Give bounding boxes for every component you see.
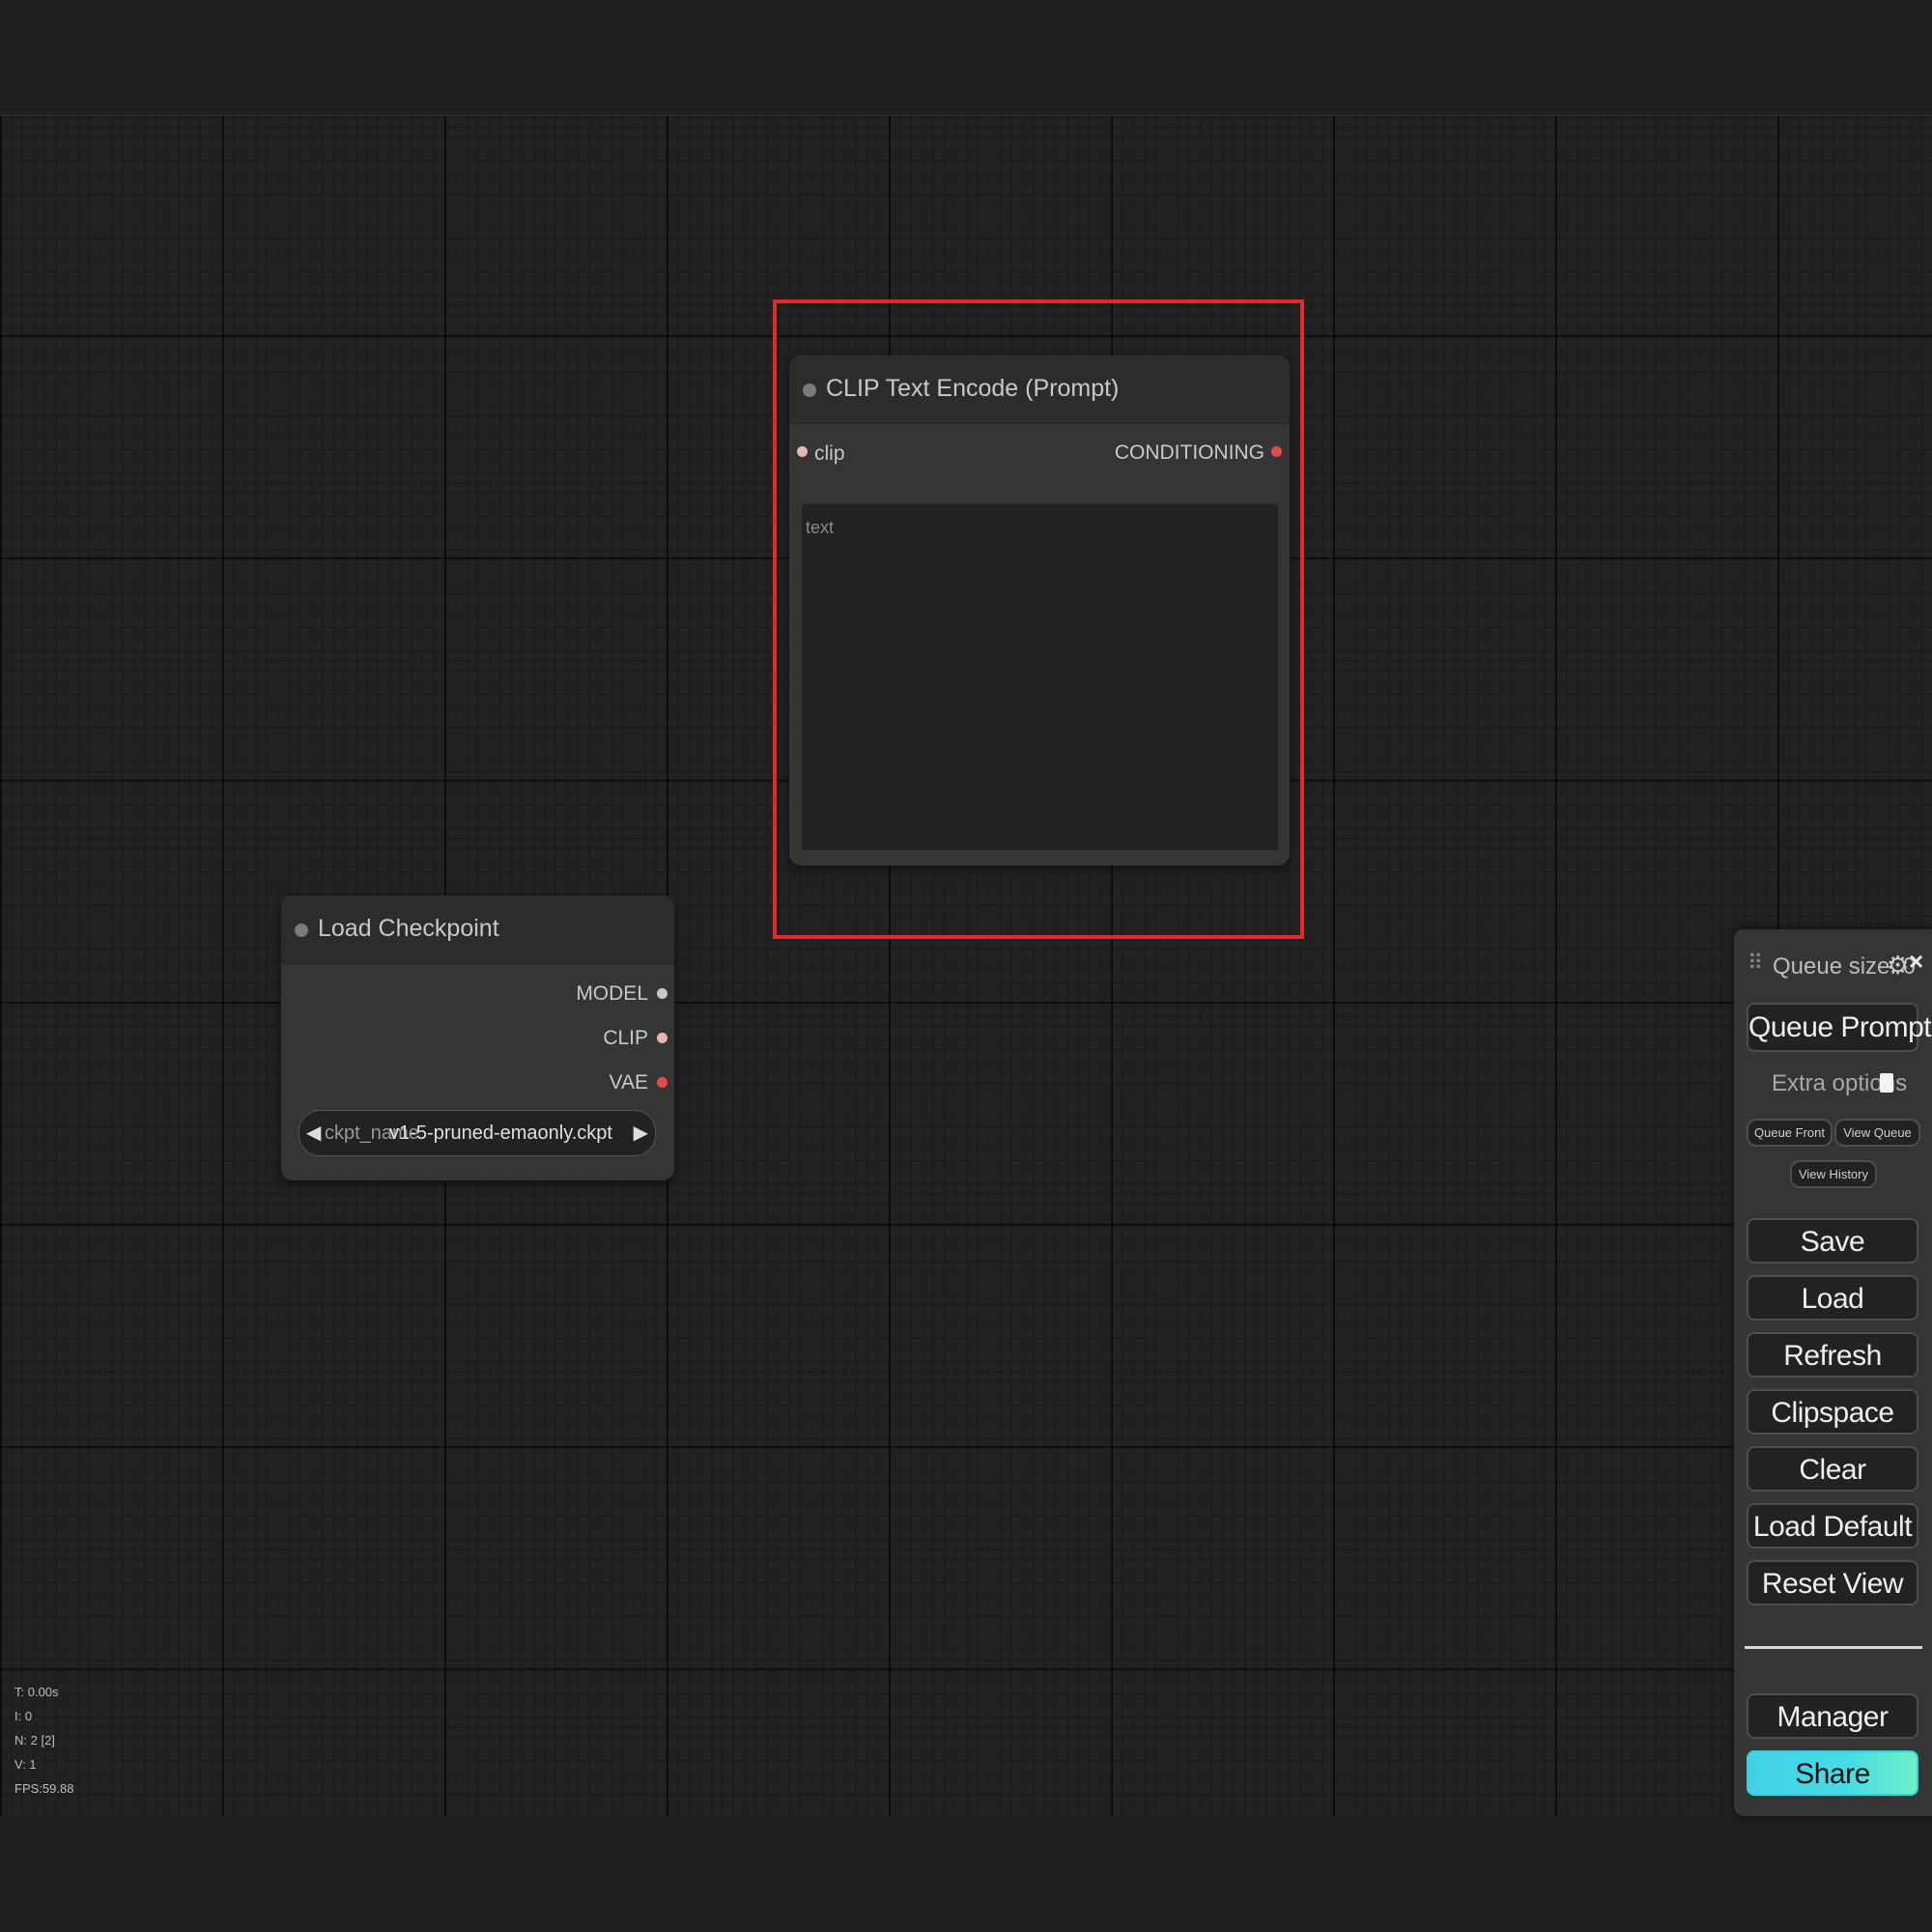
clipspace-button[interactable]: Clipspace [1747, 1389, 1918, 1435]
render-stats: T: 0.00s I: 0 N: 2 [2] V: 1 FPS:59.88 [14, 1680, 73, 1801]
clear-button[interactable]: Clear [1747, 1446, 1918, 1492]
ckpt-name-combo[interactable]: ◀ ckpt_name v1-5-pruned-emaonly.ckpt ▶ [298, 1110, 656, 1156]
refresh-button[interactable]: Refresh [1747, 1332, 1918, 1378]
load-checkpoint-node[interactable]: Load Checkpoint MODEL CLIP VAE ◀ ckpt_na… [281, 895, 674, 1180]
drag-handle-icon[interactable]: ⠿ [1747, 951, 1763, 976]
stat-fps: FPS:59.88 [14, 1781, 74, 1796]
queue-front-button[interactable]: Queue Front [1747, 1119, 1833, 1147]
node-title: Load Checkpoint [318, 915, 499, 942]
reset-view-button[interactable]: Reset View [1747, 1560, 1918, 1605]
combo-prev-arrow-icon[interactable]: ◀ [306, 1121, 321, 1145]
node-title-bar[interactable]: Load Checkpoint [281, 895, 674, 964]
model-output-dot[interactable] [657, 988, 668, 999]
highlight-box [773, 299, 1304, 939]
model-output-label: MODEL [576, 982, 648, 1005]
node-collapse-dot[interactable] [295, 923, 308, 937]
save-button[interactable]: Save [1747, 1218, 1918, 1264]
manager-button[interactable]: Manager [1747, 1693, 1918, 1739]
stat-nodes: N: 2 [2] [14, 1733, 55, 1747]
stat-version: V: 1 [14, 1757, 37, 1772]
combo-value: v1-5-pruned-emaonly.ckpt [389, 1122, 612, 1144]
vae-output-label: VAE [609, 1071, 648, 1094]
stat-time: T: 0.00s [14, 1685, 59, 1699]
clip-output-label: CLIP [603, 1027, 648, 1049]
gear-icon[interactable]: ⚙ [1887, 951, 1909, 980]
queue-prompt-button[interactable]: Queue Prompt [1747, 1003, 1932, 1052]
clip-output-dot[interactable] [657, 1033, 668, 1043]
menu-divider [1745, 1646, 1922, 1649]
vae-output-dot[interactable] [657, 1077, 668, 1088]
share-button[interactable]: Share [1747, 1750, 1918, 1796]
extra-options-checkbox[interactable] [1880, 1073, 1893, 1093]
load-default-button[interactable]: Load Default [1747, 1503, 1918, 1548]
load-button[interactable]: Load [1747, 1275, 1918, 1321]
combo-next-arrow-icon[interactable]: ▶ [634, 1121, 648, 1145]
view-history-button[interactable]: View History [1790, 1160, 1877, 1188]
stat-iterations: I: 0 [14, 1709, 33, 1723]
view-queue-button[interactable]: View Queue [1834, 1119, 1920, 1147]
close-icon[interactable]: × [1909, 947, 1923, 977]
